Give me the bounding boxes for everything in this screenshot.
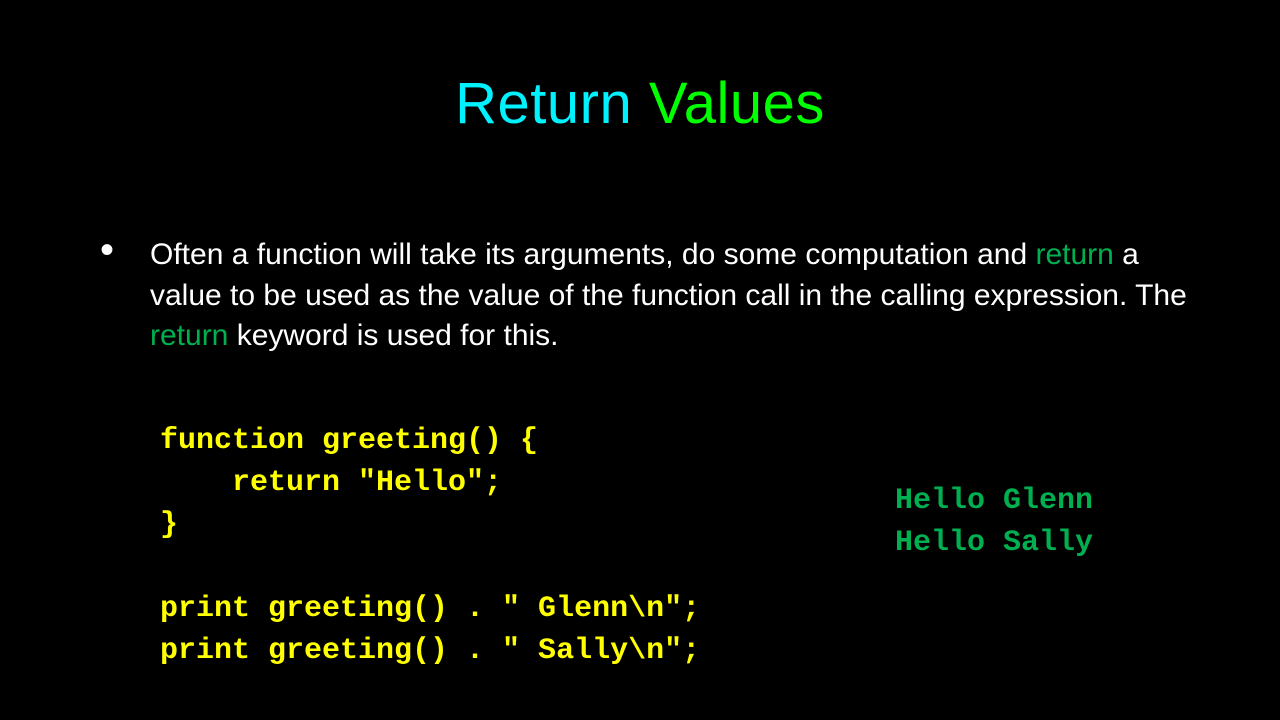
title-word-2: Values xyxy=(649,71,825,136)
keyword-return-1: return xyxy=(1035,238,1113,271)
keyword-return-2: return xyxy=(150,319,228,352)
title-word-1: Return xyxy=(455,71,632,136)
code-block: function greeting() { return "Hello"; } … xyxy=(160,420,700,672)
bullet-dot-icon: • xyxy=(100,235,150,265)
para-part-3: keyword is used for this. xyxy=(228,319,558,352)
para-part-1: Often a function will take its arguments… xyxy=(150,238,1035,271)
body-content: • Often a function will take its argumen… xyxy=(100,235,1200,357)
bullet-item: • Often a function will take its argumen… xyxy=(100,235,1200,357)
output-block: Hello Glenn Hello Sally xyxy=(895,480,1093,564)
paragraph-text: Often a function will take its arguments… xyxy=(150,235,1200,357)
slide: Return Values • Often a function will ta… xyxy=(0,0,1280,720)
slide-title: Return Values xyxy=(0,0,1280,137)
